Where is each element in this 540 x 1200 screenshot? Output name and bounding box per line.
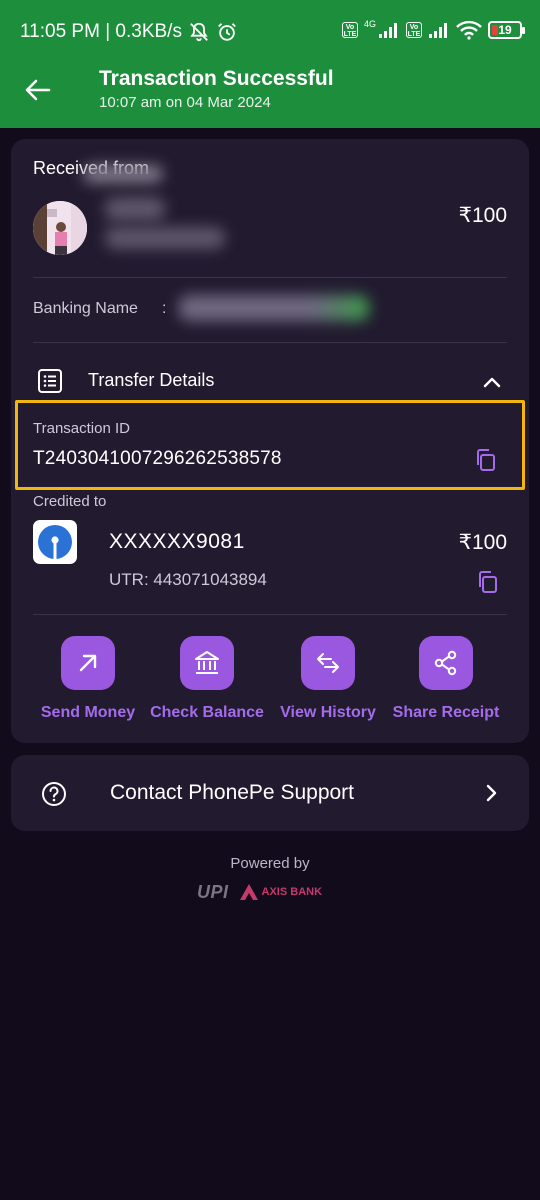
upi-logo: UPI [197,881,229,902]
bank-icon [195,651,219,674]
divider [33,277,507,278]
battery-level: 19 [498,23,512,37]
contact-support-label: Contact PhonePe Support [110,781,355,804]
signal-icon-2 [429,23,447,38]
status-bar: 11:05 PM | 0.3KB/s Vo LTE 4G Vo LTE 19 [0,0,540,52]
share-receipt-button[interactable]: Share Receipt [386,636,506,722]
banking-name-redacted [179,295,369,321]
alarm-icon [218,23,236,41]
send-money-label: Send Money [40,704,136,721]
powered-by-label: Powered by [230,855,310,872]
partner-logos: UPI AXIS BANK [197,880,322,904]
banking-name-separator: : [162,300,167,317]
share-icon [434,650,457,676]
help-question-icon [42,782,66,806]
bank-logo [33,520,77,564]
quick-actions: Send Money Check Balance View History Sh… [11,636,529,726]
contact-support-row[interactable]: Contact PhonePe Support [11,755,529,831]
volte-icon-2: Vo LTE [406,22,422,38]
axis-bank-label: AXIS BANK [261,886,323,898]
axis-bank-icon [239,884,258,900]
sender-name-redacted [83,165,163,183]
received-amount: ₹100 [458,204,507,227]
status-time-speed: 11:05 PM | 0.3KB/s [20,21,182,42]
arrow-up-right-icon [79,654,97,672]
avatar [33,201,87,255]
volte-icon: Vo LTE [341,22,358,38]
notifications-muted-icon [190,22,208,42]
wifi-icon [456,20,482,40]
transaction-timestamp: 10:07 am on 04 Mar 2024 [99,94,271,111]
back-arrow-icon[interactable] [22,74,54,106]
credited-account-number: XXXXXX9081 [109,530,245,553]
sender-details-redacted [105,197,165,221]
avatar-photo [33,201,87,255]
list-details-icon [38,369,62,393]
network-type: 4G [363,19,376,29]
credited-to-label: Credited to [33,493,107,510]
view-history-label: View History [280,704,376,721]
signal-icon [379,23,397,38]
sbi-logo-icon [38,525,72,559]
chevron-right-icon [486,784,497,802]
transaction-id-highlight [15,400,525,490]
utr-number: UTR: 443071043894 [109,570,267,589]
sender-upi-redacted [105,227,225,249]
copy-utr-icon[interactable] [476,570,500,594]
chevron-up-icon[interactable] [481,371,503,393]
credited-amount: ₹100 [458,531,507,554]
view-history-button[interactable]: View History [268,636,388,722]
divider [33,342,507,343]
page-title: Transaction Successful [99,67,334,90]
transfer-details-label: Transfer Details [88,370,215,390]
battery-icon: 19 [488,21,525,39]
send-money-button[interactable]: Send Money [28,636,148,722]
app-bar: Transaction Successful 10:07 am on 04 Ma… [0,52,540,128]
swap-arrows-icon [317,653,339,673]
divider [33,614,507,615]
check-balance-label: Check Balance [150,704,264,721]
axis-bank-logo: AXIS BANK [239,883,323,901]
share-receipt-label: Share Receipt [392,704,500,721]
check-balance-button[interactable]: Check Balance [147,636,267,722]
banking-name-label: Banking Name [33,300,138,317]
